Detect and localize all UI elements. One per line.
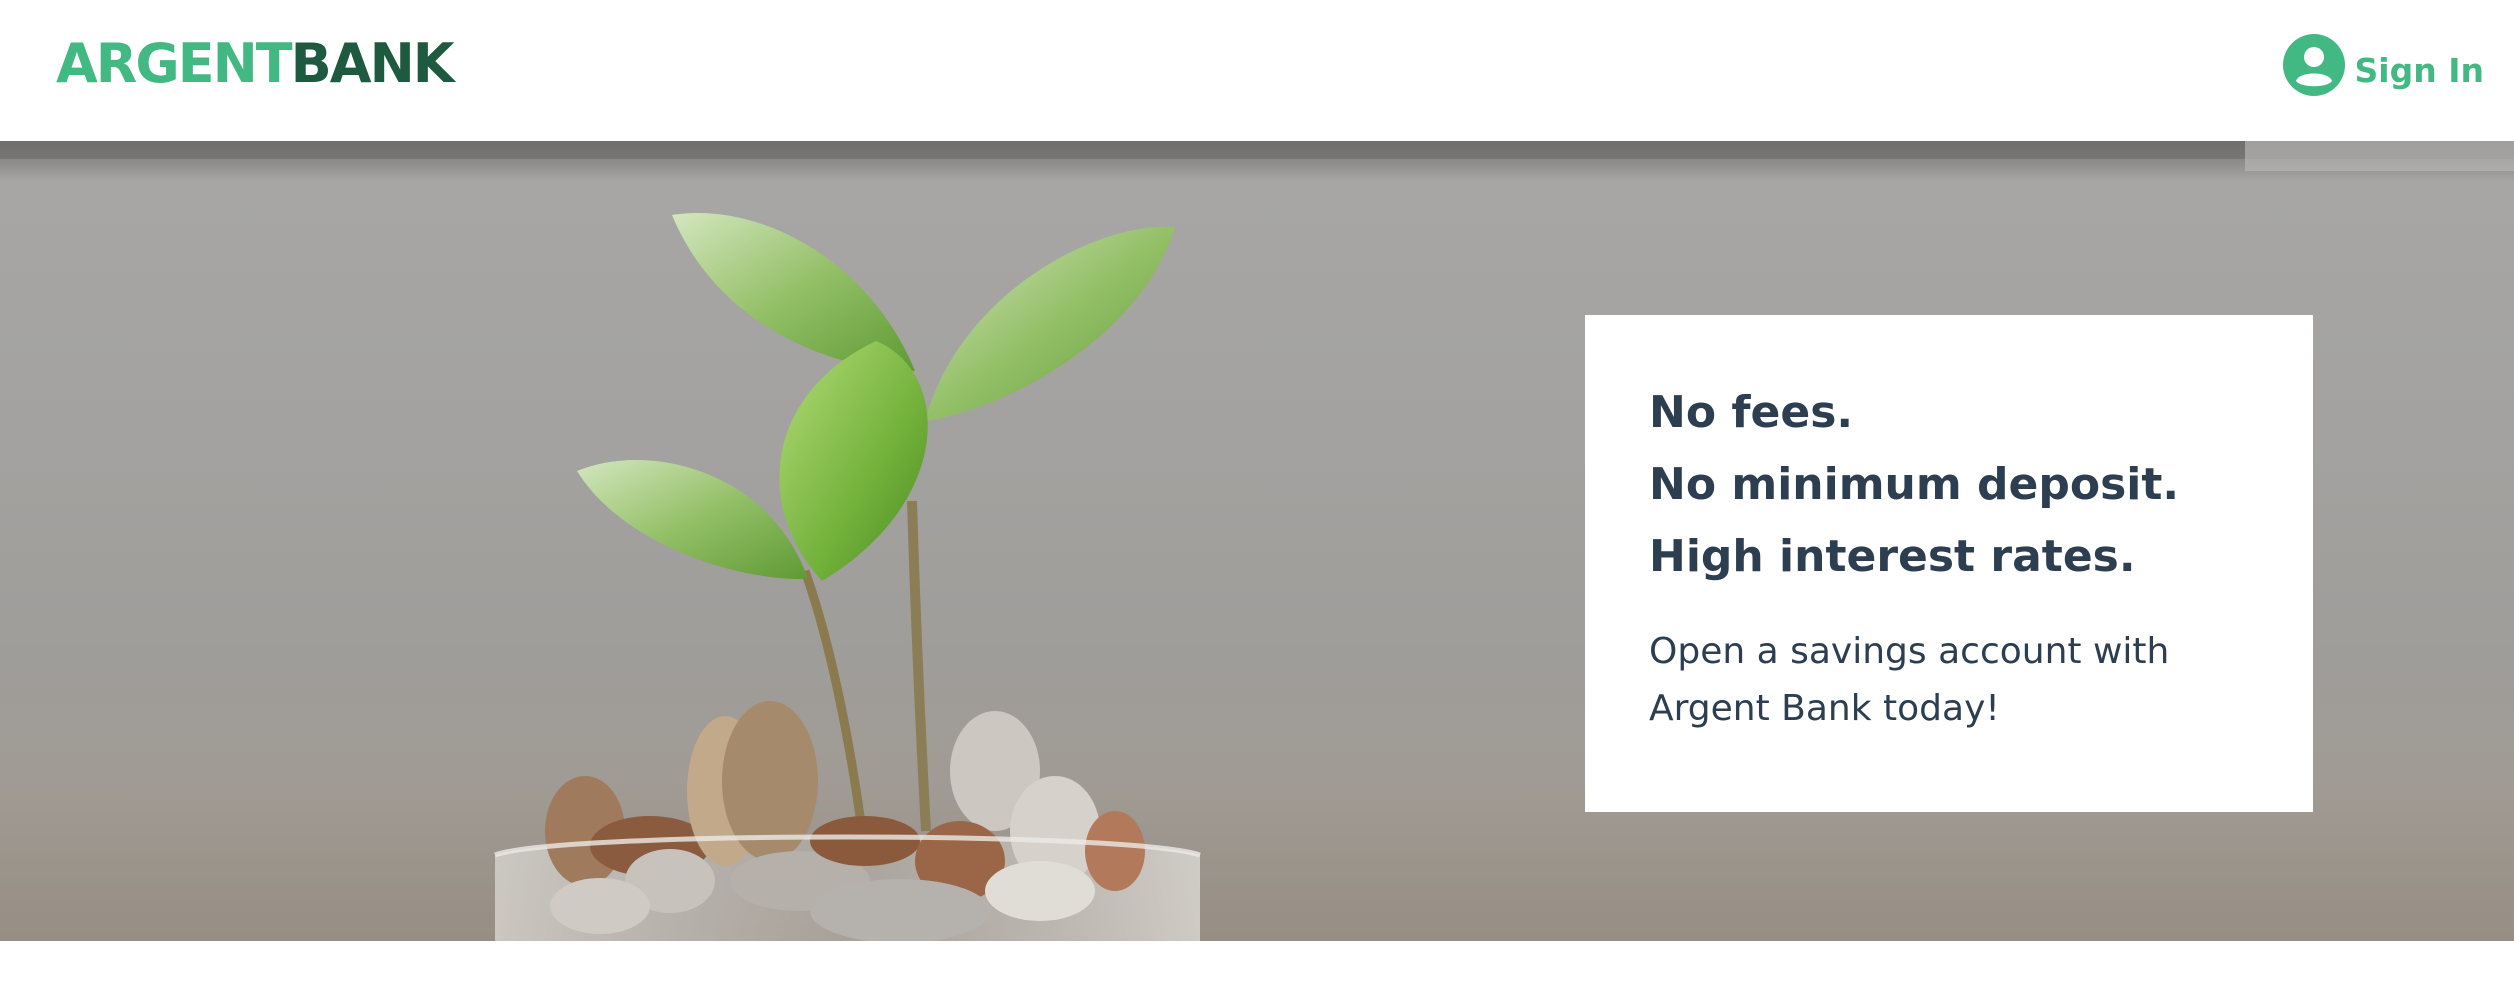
argent-bank-logo[interactable]: ARGENTBANK (56, 32, 455, 96)
hero-subtitle-1: No fees. (1649, 387, 1854, 438)
hero-subtitle-3: High interest rates. (1649, 531, 2136, 582)
hero-subtitle-2: No minimum deposit. (1649, 459, 2180, 510)
hero-text-line2: Argent Bank today! (1649, 688, 2000, 729)
hero-text: Open a savings account with Argent Bank … (1649, 623, 2249, 737)
sign-in-link[interactable]: Sign In (2282, 34, 2484, 96)
hero-text-line1: Open a savings account with (1649, 631, 2170, 672)
hero-content-card: No fees. No minimum deposit. High intere… (1585, 315, 2313, 812)
logo-part-bank: BANK (290, 32, 455, 95)
user-circle-icon (2282, 34, 2345, 96)
main-nav: ARGENTBANK Sign In (0, 0, 2514, 141)
hero-banner: No fees. No minimum deposit. High intere… (0, 141, 2514, 941)
sign-in-label: Sign In (2354, 50, 2484, 90)
logo-part-argent: ARGENT (56, 32, 293, 95)
